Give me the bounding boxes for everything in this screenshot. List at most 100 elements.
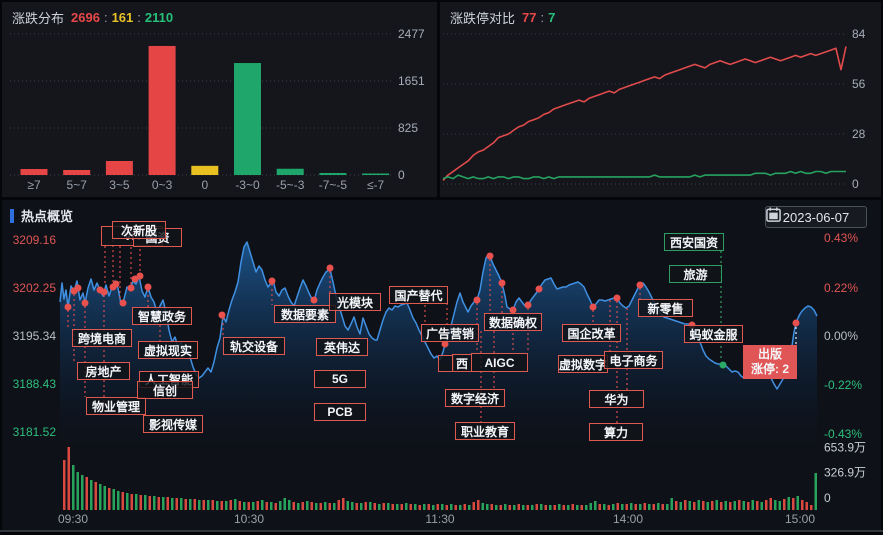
distribution-bar[interactable] [319,173,346,175]
distribution-bar[interactable] [362,174,389,176]
x-axis-label: 0 [201,178,208,192]
volume-bar [378,504,381,510]
limit-down-line [443,172,846,179]
pct-axis-label: 0.00% [824,329,858,343]
volume-bar [509,505,512,510]
volume-bar [297,503,300,510]
volume-bar [122,492,125,510]
volume-bar [725,501,728,510]
event-dot-red [82,300,89,307]
y-axis-label: 0 [398,168,405,182]
hotspot-tag[interactable]: 英伟达 [316,338,368,356]
window-bottom-edge [0,530,883,532]
volume-bar [684,500,687,510]
event-dot-red [637,282,644,289]
hotspot-tag[interactable]: 国企改革 [562,324,621,342]
distribution-bar[interactable] [63,170,90,175]
y-axis-label: 56 [852,77,866,91]
hotspot-tag[interactable]: 华为 [589,390,644,408]
date-picker[interactable]: 2023-06-07 [765,206,867,228]
volume-bar [801,500,804,510]
volume-bar [423,504,426,510]
volume-bar [261,500,264,510]
volume-bar [756,501,759,510]
distribution-bar[interactable] [21,169,48,175]
volume-bar [797,496,800,510]
event-dot-green [720,362,727,369]
event-dot-red [65,304,72,311]
volume-bar [707,502,710,510]
volume-bar [63,460,66,510]
hotspot-tag[interactable]: 5G [314,370,366,388]
distribution-bar[interactable] [277,169,304,175]
volume-bar [639,504,642,510]
distribution-bar[interactable] [234,63,261,175]
hotspot-tag[interactable]: 轨交设备 [223,337,285,355]
hotspot-tag[interactable]: 电子商务 [604,351,663,369]
hotspot-tag[interactable]: 西安国资 [664,233,724,251]
hotspot-tag[interactable]: 数据确权 [484,313,542,331]
volume-bar [284,498,287,510]
volume-bar [153,496,156,510]
volume-bar [383,503,386,510]
event-dot-red [145,284,152,291]
volume-bar [486,504,489,510]
hotspot-title: 热点概览 [21,206,73,225]
volume-bar [644,503,647,510]
volume-bar [419,505,422,510]
volume-bar [689,501,692,510]
hotspot-tag[interactable]: 信创 [137,381,193,399]
volume-bar [104,486,107,510]
hotspot-tag[interactable]: 职业教育 [455,422,515,440]
pct-axis-label: 653.9万 [824,439,866,456]
hotspot-tag[interactable]: 广告营销 [421,324,479,342]
hotspot-tag[interactable]: 蚂蚁金服 [684,325,743,343]
volume-bar [315,503,318,510]
price-axis-label: 3188.43 [8,377,56,391]
hotspot-tag[interactable]: 西 [452,354,472,372]
volume-bar [396,504,399,510]
limit-down-count: 7 [548,10,555,25]
hotspot-tag[interactable]: 光模块 [329,293,381,311]
hotspot-tag[interactable]: 算力 [589,423,643,441]
volume-bar [329,503,332,510]
volume-bar [126,493,129,510]
x-axis-label: -5~-3 [276,178,305,192]
volume-bar [216,501,219,510]
hotspot-tag[interactable]: 新零售 [638,299,693,317]
hotspot-tag[interactable]: 跨境电商 [72,329,132,347]
up-count: 2696 [71,10,100,25]
volume-bar [86,477,89,510]
hotspot-tag[interactable]: 国产替代 [389,286,448,304]
volume-bar [446,505,449,510]
hotspot-tag[interactable]: 次新股 [112,221,166,239]
volume-bar [504,504,507,510]
hotspot-tag[interactable]: 影视传媒 [143,415,203,433]
event-dot-red [590,304,597,311]
volume-bar [554,505,557,510]
hotspot-tag[interactable]: AIGC [471,353,528,372]
y-axis-label: 825 [398,121,418,135]
hotspot-tag[interactable]: 数据要素 [274,305,336,323]
volume-bar [270,502,273,510]
distribution-bar[interactable] [191,166,218,175]
distribution-bar[interactable] [106,161,133,175]
volume-bar [806,502,809,510]
distribution-bar[interactable] [149,46,176,175]
limit-compare-header: 涨跌停对比 77 : 7 [450,8,555,27]
hotspot-tag[interactable]: PCB [314,403,366,421]
hotspot-tag[interactable]: 数字经济 [445,389,505,407]
hotspot-tag[interactable]: 旅游 [669,265,722,283]
volume-bar [369,502,372,510]
volume-bar [180,498,183,510]
hotspot-tag-highlight[interactable]: 出版涨停: 2 [743,345,797,379]
hotspot-tag[interactable]: 虚拟数字 [558,355,608,373]
volume-bar [230,500,233,510]
volume-bar [248,502,251,510]
hotspot-tag[interactable]: 智慧政务 [132,307,192,325]
volume-bar [365,502,368,510]
hotspot-tag[interactable]: 房地产 [77,362,130,380]
volume-bar [693,502,696,510]
hotspot-tag[interactable]: 虚拟现实 [138,341,198,359]
hotspot-tag[interactable]: 物业管理 [86,397,146,415]
